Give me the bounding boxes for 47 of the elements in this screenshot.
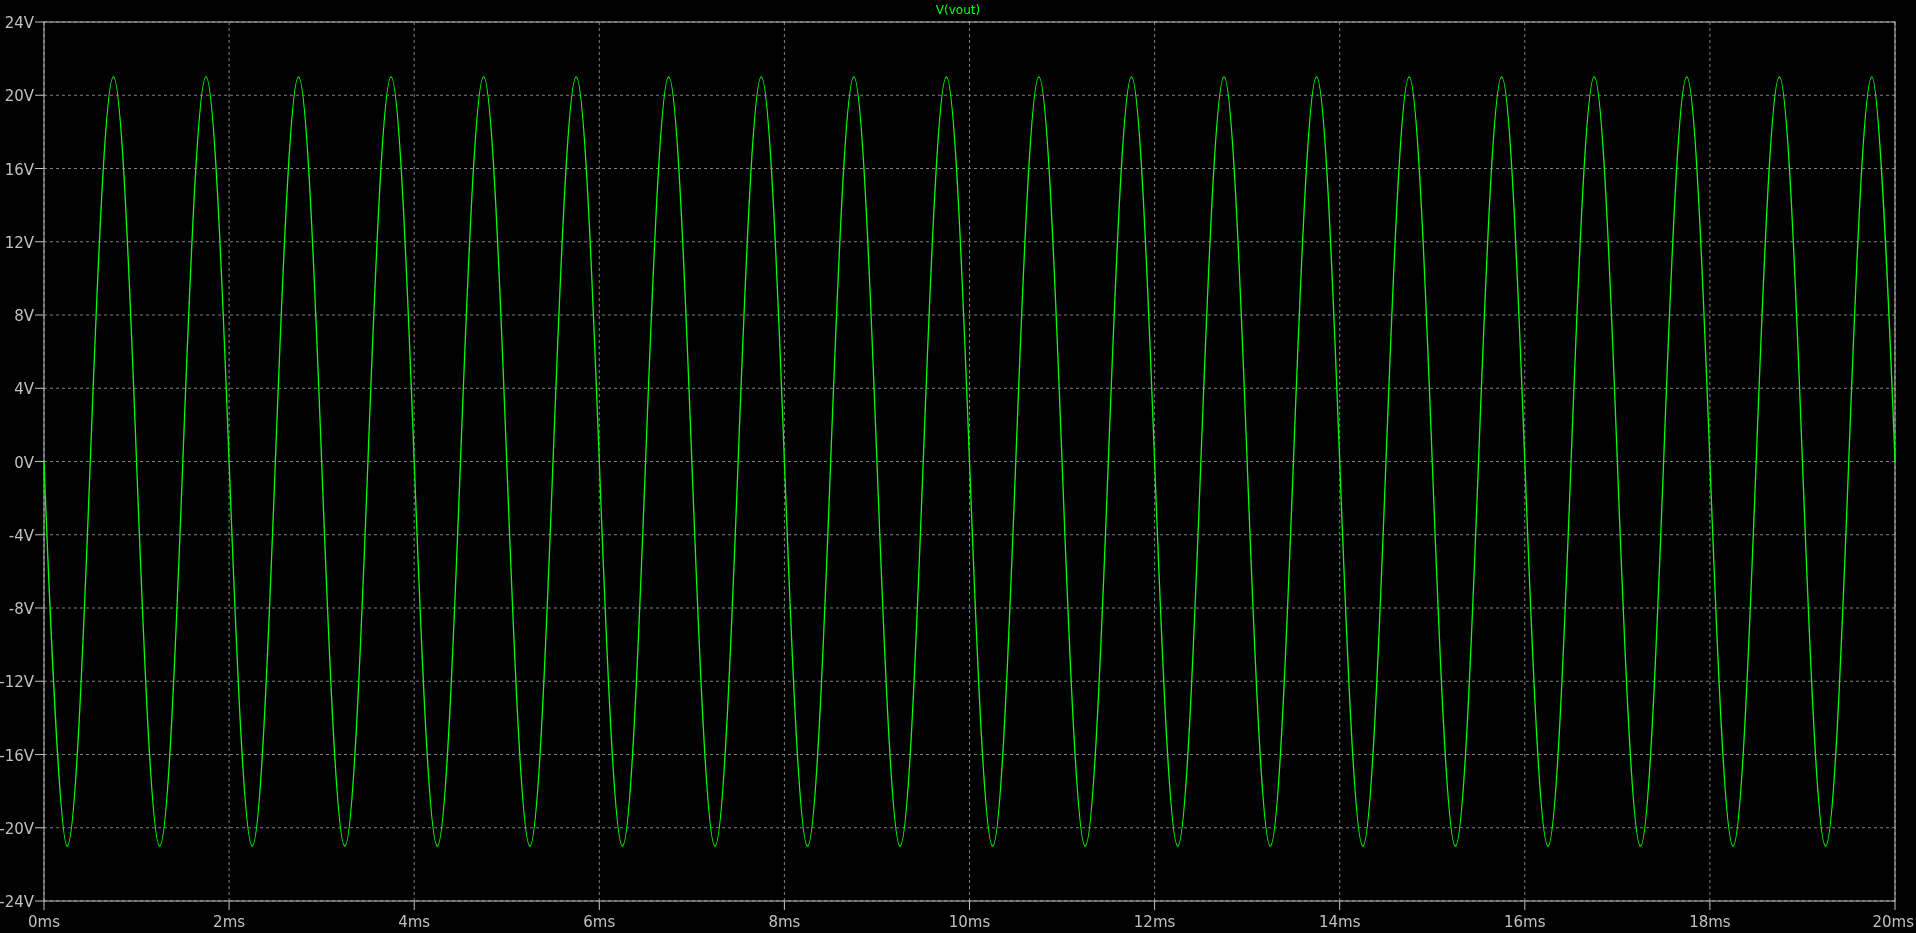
x-axis-label: 8ms xyxy=(768,913,801,931)
tick-mark xyxy=(1339,900,1341,911)
tick-mark xyxy=(34,680,45,682)
y-axis-label: 0V xyxy=(14,453,34,472)
tick-mark xyxy=(783,900,785,911)
tick-mark xyxy=(34,827,45,829)
tick-mark xyxy=(413,900,415,911)
y-axis-label: -12V xyxy=(0,673,34,692)
tick-mark xyxy=(34,94,45,96)
y-axis-label: 16V xyxy=(4,160,34,179)
tick-mark xyxy=(1894,900,1896,911)
tick-mark xyxy=(1709,900,1711,911)
y-axis-label: -20V xyxy=(0,819,34,838)
tick-mark xyxy=(34,241,45,243)
y-axis-label: 12V xyxy=(4,233,34,252)
tick-mark xyxy=(34,21,45,23)
tick-mark xyxy=(34,314,45,316)
y-axis-label: -4V xyxy=(8,526,34,545)
x-axis-label: 10ms xyxy=(948,913,991,931)
tick-mark xyxy=(598,900,600,911)
y-axis-label: 8V xyxy=(14,307,34,325)
series-label: V(vout) xyxy=(935,3,981,17)
x-axis-label: 18ms xyxy=(1689,913,1731,931)
x-axis-label: 6ms xyxy=(583,913,616,931)
tick-mark xyxy=(1154,900,1156,911)
y-axis-label: -8V xyxy=(8,600,34,618)
tick-mark xyxy=(1524,900,1526,911)
x-axis-label: 4ms xyxy=(398,913,431,931)
x-axis-label: 12ms xyxy=(1133,913,1176,931)
x-axis-label: 14ms xyxy=(1318,913,1361,931)
tick-mark xyxy=(34,461,45,462)
tick-mark xyxy=(969,900,970,911)
tick-mark xyxy=(34,387,45,389)
y-axis-label: 4V xyxy=(14,380,34,399)
x-axis-label: 16ms xyxy=(1504,913,1546,931)
y-axis-label: 24V xyxy=(4,14,34,32)
tick-mark xyxy=(34,168,45,169)
x-axis-label: 20ms xyxy=(1872,913,1914,931)
x-axis-label: 2ms xyxy=(213,913,246,931)
tick-mark xyxy=(34,607,45,609)
tick-mark xyxy=(228,900,230,911)
x-axis-label: 0ms xyxy=(28,913,60,931)
y-axis-label: -24V xyxy=(0,893,34,911)
y-axis-label: 20V xyxy=(4,87,34,106)
tick-mark xyxy=(34,534,45,536)
y-axis-label: -16V xyxy=(0,746,34,765)
tick-mark xyxy=(34,754,45,755)
